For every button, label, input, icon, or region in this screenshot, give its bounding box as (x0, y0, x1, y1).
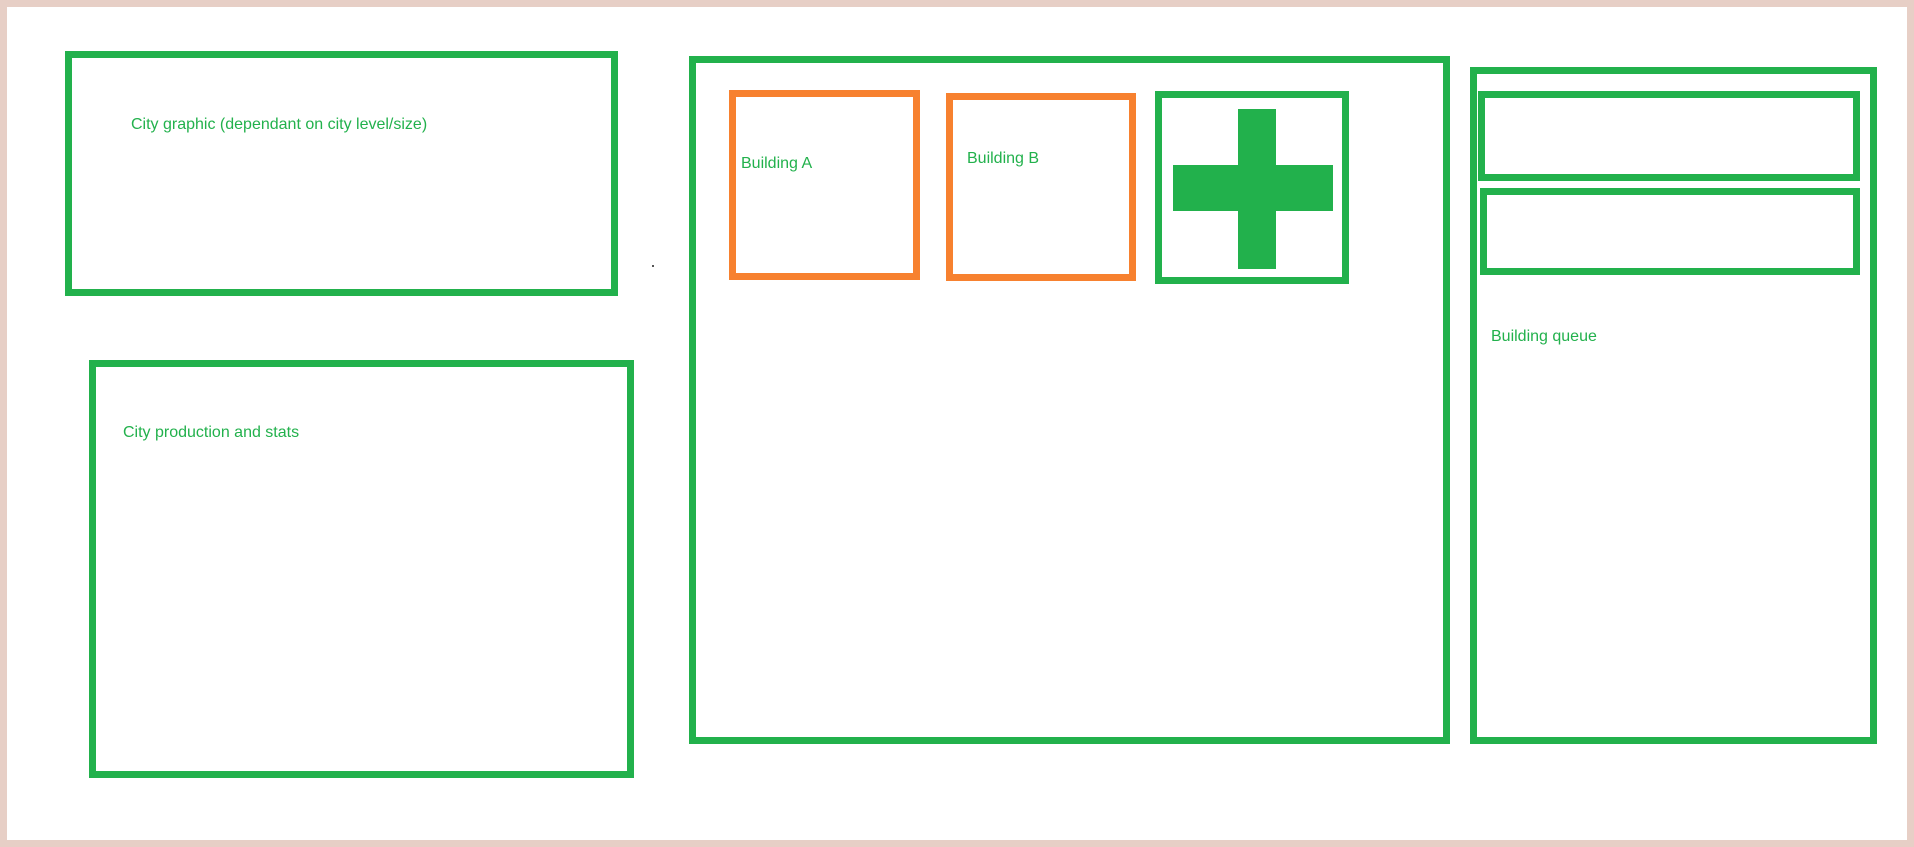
queue-slot[interactable] (1480, 188, 1860, 275)
stray-dot (652, 265, 654, 267)
building-b-label: Building B (967, 150, 1040, 167)
building-queue-label: Building queue (1491, 328, 1597, 345)
city-stats-label: City production and stats (123, 424, 300, 441)
building-b-card[interactable] (946, 93, 1136, 281)
city-graphic-panel (65, 51, 618, 296)
building-a-label: Building A (741, 155, 813, 172)
plus-icon (1162, 98, 1342, 277)
queue-slot[interactable] (1478, 91, 1860, 181)
city-graphic-label: City graphic (dependant on city level/si… (131, 116, 428, 133)
building-a-card[interactable] (729, 90, 920, 280)
add-building-button[interactable] (1155, 91, 1349, 284)
